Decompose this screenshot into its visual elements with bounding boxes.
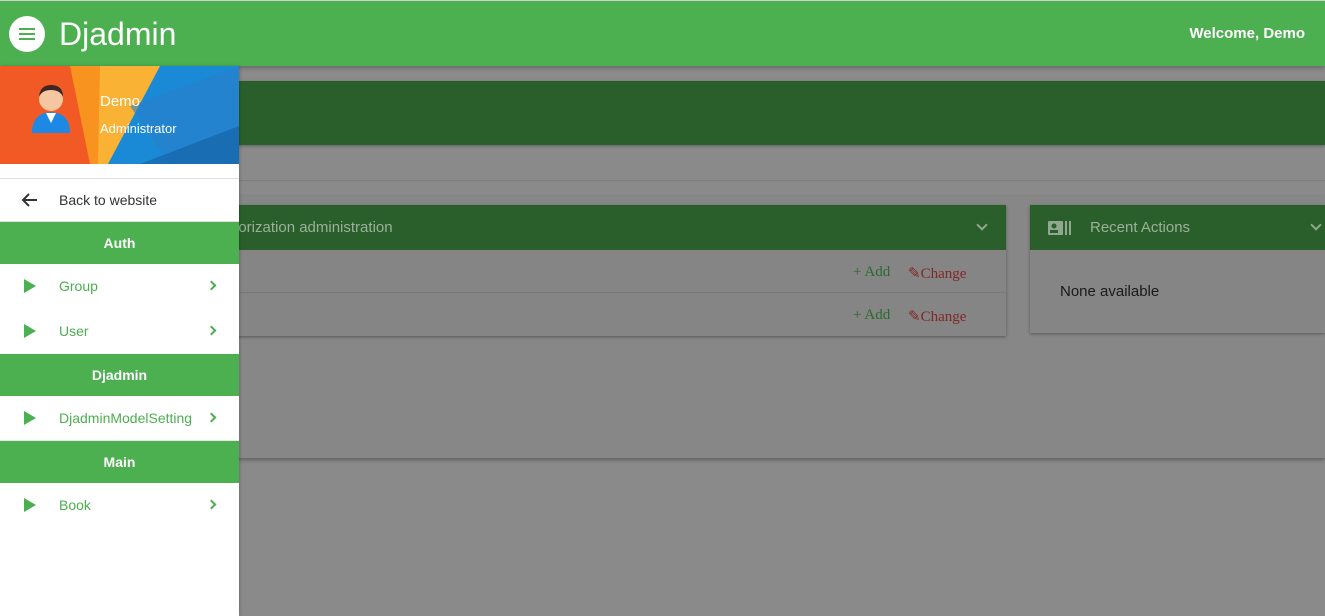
section-header-djadmin: Djadmin	[0, 354, 239, 396]
recent-actions-title: Recent Actions	[1090, 219, 1191, 236]
sidebar-item-label: User	[59, 323, 89, 339]
section-header-main: Main	[0, 441, 239, 483]
avatar	[32, 85, 70, 133]
sidebar-item-djadminmodelsetting[interactable]: DjadminModelSetting	[0, 396, 239, 441]
chevron-right-icon	[206, 412, 217, 423]
top-app-bar: Djadmin Welcome, Demo	[0, 0, 1325, 66]
add-link[interactable]: + Add	[853, 307, 890, 324]
back-to-website-link[interactable]: Back to website	[0, 179, 239, 222]
menu-icon-line	[19, 38, 35, 40]
recent-actions-header[interactable]: Recent Actions	[1030, 205, 1325, 250]
profile-name: Demo	[100, 93, 141, 110]
section-header-auth: Auth	[0, 222, 239, 264]
menu-icon-line	[19, 28, 35, 30]
divider	[0, 164, 239, 179]
sidebar-item-label: DjadminModelSetting	[59, 410, 193, 426]
profile-banner: Demo Administrator	[0, 66, 239, 164]
change-link[interactable]: ✎Change	[908, 264, 966, 283]
sidebar-item-user[interactable]: User	[0, 309, 239, 354]
pencil-icon: ✎	[908, 309, 921, 325]
profile-role: Administrator	[100, 121, 177, 136]
chevron-down-icon[interactable]	[1310, 219, 1322, 231]
sidebar-item-book[interactable]: Book	[0, 483, 239, 528]
play-icon	[24, 279, 36, 293]
change-label: Change	[920, 266, 967, 282]
play-icon	[24, 324, 36, 338]
recent-actions-empty: None available	[1060, 283, 1160, 300]
back-to-website-label: Back to website	[59, 192, 158, 208]
sidebar-item-label: Group	[59, 278, 98, 294]
add-link[interactable]: + Add	[853, 264, 890, 281]
brand-title[interactable]: Djadmin	[59, 16, 176, 52]
play-icon	[24, 498, 36, 512]
menu-icon-line	[19, 33, 35, 35]
chevron-right-icon	[206, 280, 217, 291]
chevron-right-icon	[206, 499, 217, 510]
chevron-down-icon[interactable]	[976, 219, 988, 231]
hamburger-menu-button[interactable]	[9, 16, 45, 52]
pencil-icon: ✎	[908, 266, 921, 282]
contact-card-icon	[1048, 221, 1071, 235]
sidebar-item-group[interactable]: Group	[0, 264, 239, 309]
arrow-left-icon	[21, 193, 37, 207]
sidebar-drawer: Demo Administrator Back to website Auth …	[0, 66, 239, 616]
sidebar-item-label: Book	[59, 497, 91, 513]
recent-actions-panel: Recent Actions None available	[1030, 205, 1325, 333]
welcome-text: Welcome, Demo	[1189, 25, 1305, 42]
chevron-right-icon	[206, 325, 217, 336]
change-label: Change	[920, 309, 967, 325]
play-icon	[24, 411, 36, 425]
change-link[interactable]: ✎Change	[908, 307, 966, 326]
app-module-title: horization administration	[230, 219, 393, 236]
